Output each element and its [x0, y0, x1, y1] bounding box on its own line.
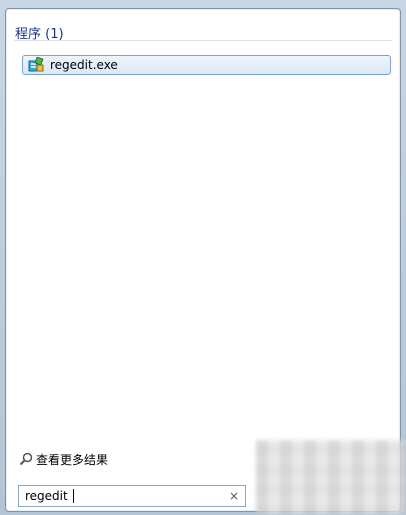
result-item-regedit[interactable]: regedit.exe [22, 55, 391, 75]
start-menu-panel: 程序 (1) regedit.exe 查看更多结果 regedit × [5, 8, 401, 512]
section-divider [14, 40, 392, 41]
start-menu-frame: 程序 (1) regedit.exe 查看更多结果 regedit × [0, 0, 406, 515]
search-input-value: regedit [25, 489, 68, 503]
see-more-results-label: 查看更多结果 [36, 453, 109, 467]
result-item-label: regedit.exe [50, 58, 118, 72]
blurred-watermark [256, 440, 406, 515]
clear-icon[interactable]: × [229, 488, 239, 504]
text-caret [73, 489, 74, 503]
search-input[interactable]: regedit × [18, 485, 246, 507]
registry-editor-icon [28, 56, 44, 73]
search-icon [19, 451, 33, 466]
